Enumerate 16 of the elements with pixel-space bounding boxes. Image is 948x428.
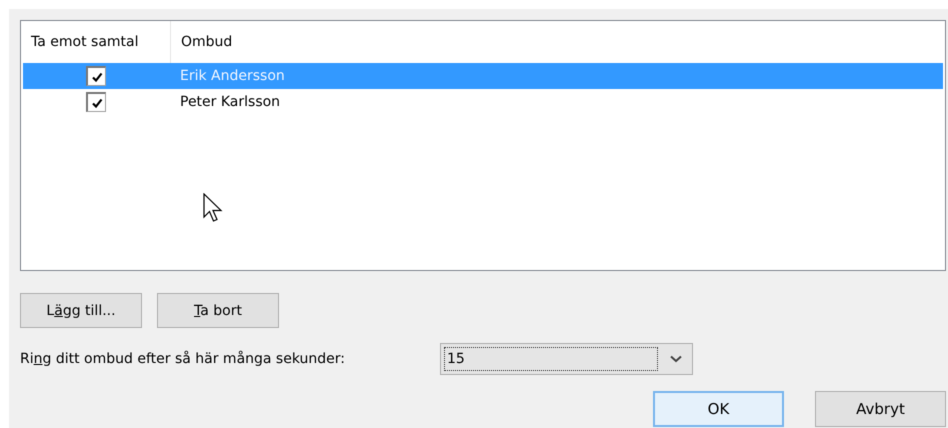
ok-button[interactable]: OK (653, 391, 784, 427)
delegate-name: Peter Karlsson (180, 94, 280, 110)
ring-delay-label: Ring ditt ombud efter så här många sekunder: (20, 351, 346, 367)
check-icon (90, 70, 102, 82)
cancel-button[interactable]: Avbryt (815, 391, 946, 427)
delegate-name: Erik Andersson (180, 68, 285, 84)
column-header[interactable]: Ombud (171, 21, 232, 63)
checkbox[interactable] (86, 66, 106, 86)
check-icon (90, 96, 102, 108)
cursor-icon (203, 193, 223, 223)
add-button[interactable]: Lägg till... (20, 293, 142, 328)
seconds-dropdown[interactable]: 15 (440, 343, 693, 375)
chevron-down-icon (670, 355, 682, 363)
checkbox[interactable] (86, 92, 106, 112)
remove-button[interactable]: Ta bort (157, 293, 279, 328)
list-row[interactable]: Peter Karlsson (23, 89, 943, 115)
